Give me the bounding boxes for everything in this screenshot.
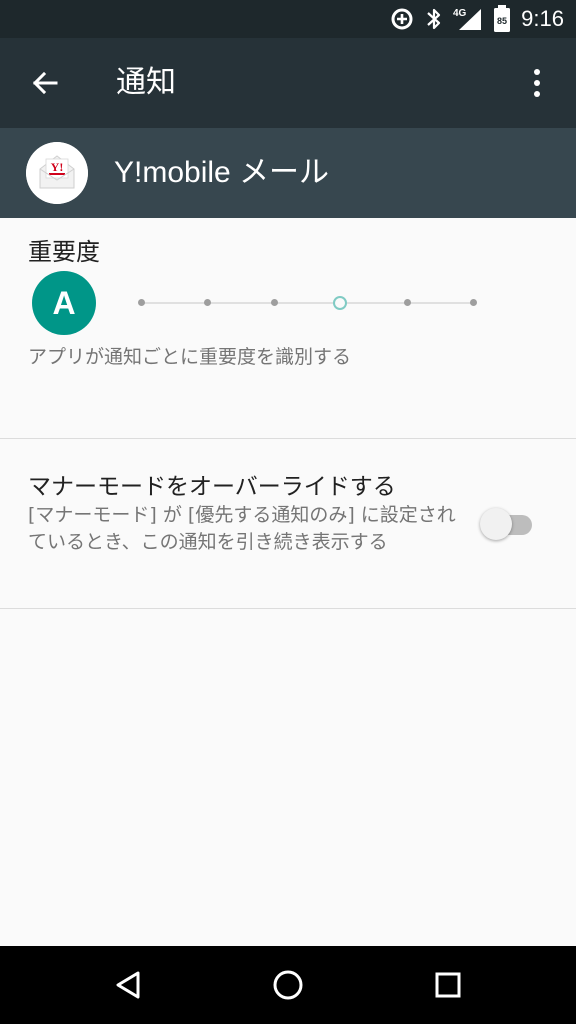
nav-home-button[interactable] xyxy=(263,960,313,1010)
more-options-button[interactable] xyxy=(514,60,560,106)
importance-description: アプリが通知ごとに重要度を識別する xyxy=(28,346,352,368)
app-name: Y!mobile メール xyxy=(114,156,330,189)
navigation-bar xyxy=(0,946,576,1024)
network-type-label: 4G xyxy=(453,8,467,19)
back-arrow-icon xyxy=(32,71,58,95)
data-saver-icon xyxy=(389,6,415,32)
mail-envelope-icon: Y! xyxy=(26,142,88,204)
slider-dot[interactable] xyxy=(204,299,211,306)
app-logo-text: Y! xyxy=(51,160,64,174)
dnd-override-toggle[interactable] xyxy=(478,506,536,542)
back-button[interactable] xyxy=(22,60,68,106)
app-logo: Y! xyxy=(26,142,88,204)
slider-dot[interactable] xyxy=(404,299,411,306)
slider-dot[interactable] xyxy=(470,299,477,306)
importance-slider-track[interactable] xyxy=(141,302,474,304)
status-icons: 4G 85 9:16 xyxy=(389,0,564,38)
slider-dot[interactable] xyxy=(271,299,278,306)
importance-title: 重要度 xyxy=(28,238,100,266)
importance-level-badge: A xyxy=(32,271,96,335)
status-time: 9:16 xyxy=(521,6,564,31)
more-vert-icon xyxy=(534,69,540,97)
importance-slider-thumb[interactable] xyxy=(333,296,347,310)
back-triangle-icon xyxy=(116,971,140,999)
page-title: 通知 xyxy=(116,65,176,100)
divider xyxy=(0,438,576,439)
divider xyxy=(0,608,576,609)
home-circle-icon xyxy=(273,970,303,1000)
recents-square-icon xyxy=(435,972,461,998)
importance-section: 重要度 A アプリが通知ごとに重要度を識別する xyxy=(0,218,576,438)
app-bar: 通知 xyxy=(0,38,576,128)
toggle-thumb xyxy=(480,508,512,540)
signal-icon: 4G xyxy=(453,6,483,32)
battery-icon: 85 xyxy=(493,5,511,33)
nav-back-button[interactable] xyxy=(103,960,153,1010)
bluetooth-icon xyxy=(425,6,443,32)
dnd-override-row[interactable]: マナーモードをオーバーライドする [マナーモード] が [優先する通知のみ] に… xyxy=(0,440,576,608)
nav-recents-button[interactable] xyxy=(423,960,473,1010)
app-header: Y! Y!mobile メール xyxy=(0,128,576,218)
dnd-override-title: マナーモードをオーバーライドする xyxy=(28,474,396,500)
status-bar: 4G 85 9:16 xyxy=(0,0,576,38)
slider-dot[interactable] xyxy=(138,299,145,306)
dnd-override-description: [マナーモード] が [優先する通知のみ] に設定されているとき、この通知を引き… xyxy=(28,504,456,553)
battery-level: 85 xyxy=(497,16,507,26)
